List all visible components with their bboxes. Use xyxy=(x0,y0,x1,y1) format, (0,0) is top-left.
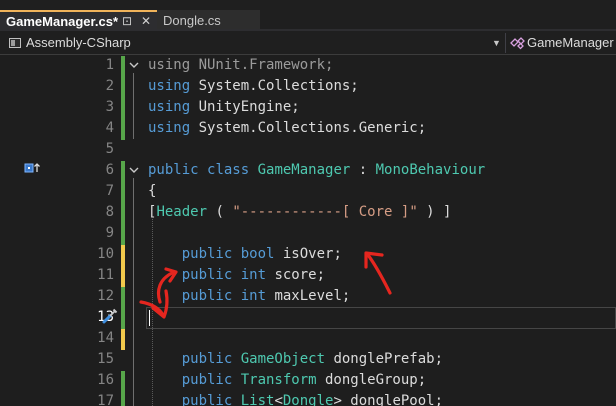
code-line[interactable]: public Transform dongleGroup; xyxy=(148,370,426,391)
code-token: MonoBehaviour xyxy=(375,162,486,178)
line-number: 4 xyxy=(105,120,114,136)
fold-chevron-icon[interactable] xyxy=(128,59,140,71)
line-number: 3 xyxy=(105,99,114,115)
code-token: System.Collections; xyxy=(198,78,359,94)
code-token: > donglePool; xyxy=(333,393,444,406)
tab-dongle[interactable]: Dongle.cs xyxy=(157,10,260,31)
code-token: dongleGroup; xyxy=(316,372,427,388)
csharp-project-icon xyxy=(9,38,21,48)
code-token: public xyxy=(148,393,241,406)
code-line[interactable]: using System.Collections.Generic; xyxy=(148,118,426,139)
line-number: 7 xyxy=(105,183,114,199)
code-line[interactable]: [Header ( "------------[ Core ]" ) ] xyxy=(148,202,451,223)
document-tab-bar: GameManager.cs* ⊡ ✕ Dongle.cs xyxy=(0,0,616,31)
code-token: public xyxy=(148,288,241,304)
class-icon xyxy=(510,37,525,50)
saved-change-bar xyxy=(121,161,125,245)
code-token: Transform xyxy=(240,372,317,388)
line-number: 2 xyxy=(105,78,114,94)
unsaved-change-bar xyxy=(121,245,125,287)
screwdriver-icon[interactable] xyxy=(101,307,119,325)
line-number: 6 xyxy=(105,162,114,178)
code-token: maxLevel; xyxy=(274,288,351,304)
unsaved-change-bar xyxy=(121,329,125,350)
code-token: < xyxy=(274,393,283,406)
code-token: public xyxy=(148,351,241,367)
code-line[interactable]: public int maxLevel; xyxy=(148,286,351,307)
saved-change-bar xyxy=(121,371,125,406)
navbar-divider xyxy=(505,33,506,53)
code-line[interactable]: public bool isOver; xyxy=(148,244,342,265)
code-token: : xyxy=(350,162,376,178)
text-caret xyxy=(149,310,150,326)
code-token: isOver; xyxy=(282,246,342,262)
line-number: 8 xyxy=(105,204,114,220)
type-dropdown[interactable]: GameManager xyxy=(508,33,616,53)
code-token: public xyxy=(148,246,241,262)
code-token: public xyxy=(148,267,241,283)
saved-change-bar xyxy=(121,56,125,140)
line-number: 14 xyxy=(97,330,114,346)
code-token: public xyxy=(148,162,208,178)
code-token: using xyxy=(148,57,199,73)
code-token: score; xyxy=(274,267,326,283)
code-line[interactable]: public int score; xyxy=(148,265,325,286)
fold-guide xyxy=(133,73,134,139)
code-token: using xyxy=(148,120,199,136)
line-number: 16 xyxy=(97,372,114,388)
code-line[interactable]: public List<Dongle> donglePool; xyxy=(148,391,443,406)
code-line[interactable]: using System.Collections; xyxy=(148,76,359,97)
code-line[interactable]: using NUnit.Framework; xyxy=(148,55,333,76)
code-token: GameManager xyxy=(257,162,351,178)
code-token: UnityEngine; xyxy=(198,99,300,115)
line-number: 9 xyxy=(105,225,114,241)
line-number: 15 xyxy=(97,351,114,367)
navigation-bar: Assembly-CSharp ▼ GameManager xyxy=(0,31,616,55)
tab-label: GameManager.cs* xyxy=(6,14,119,29)
code-token: ) ] xyxy=(417,204,452,220)
type-label: GameManager xyxy=(527,35,614,50)
saved-change-bar xyxy=(121,287,125,329)
code-token: System.Collections.Generic; xyxy=(198,120,427,136)
override-arrow-icon[interactable] xyxy=(24,162,42,174)
fold-guide xyxy=(133,178,134,406)
tab-gamemanager[interactable]: GameManager.cs* ⊡ ✕ xyxy=(0,10,157,31)
tab-label: Dongle.cs xyxy=(163,13,221,28)
line-number: 1 xyxy=(105,57,114,73)
line-number: 12 xyxy=(97,288,114,304)
code-token: using xyxy=(148,78,199,94)
code-token: ( xyxy=(207,204,233,220)
code-token: Dongle xyxy=(282,393,334,406)
code-editor[interactable]: 1 2 3 4 5 6 7 8 9 10 11 12 13 14 15 16 17 using NUnit.Fr… xyxy=(0,55,616,406)
project-label: Assembly-CSharp xyxy=(26,35,131,50)
project-dropdown[interactable]: Assembly-CSharp ▼ xyxy=(0,33,504,53)
fold-chevron-icon[interactable] xyxy=(128,164,140,176)
code-line[interactable]: { xyxy=(148,181,156,202)
code-line[interactable]: public class GameManager : MonoBehaviour xyxy=(148,160,485,181)
code-token: NUnit.Framework; xyxy=(198,57,334,73)
line-number: 11 xyxy=(97,267,114,283)
line-number: 10 xyxy=(97,246,114,262)
code-token: "------------[ Core ]" xyxy=(232,204,418,220)
chevron-down-icon: ▼ xyxy=(492,38,501,48)
code-token: public xyxy=(148,372,241,388)
code-token: { xyxy=(148,183,157,199)
code-token: bool xyxy=(240,246,283,262)
current-line-highlight xyxy=(146,307,616,329)
code-token: int xyxy=(240,288,275,304)
code-token: List xyxy=(240,393,275,406)
code-token: int xyxy=(240,267,275,283)
code-token: Header xyxy=(156,204,208,220)
code-token: donglePrefab; xyxy=(325,351,444,367)
line-number: 5 xyxy=(105,141,114,157)
code-line[interactable]: public GameObject donglePrefab; xyxy=(148,349,443,370)
line-number: 17 xyxy=(97,393,114,406)
red-arrow-to-isOver xyxy=(364,251,392,295)
code-line[interactable]: using UnityEngine; xyxy=(148,97,300,118)
code-token: class xyxy=(207,162,258,178)
code-token: using xyxy=(148,99,199,115)
code-token: GameObject xyxy=(240,351,326,367)
